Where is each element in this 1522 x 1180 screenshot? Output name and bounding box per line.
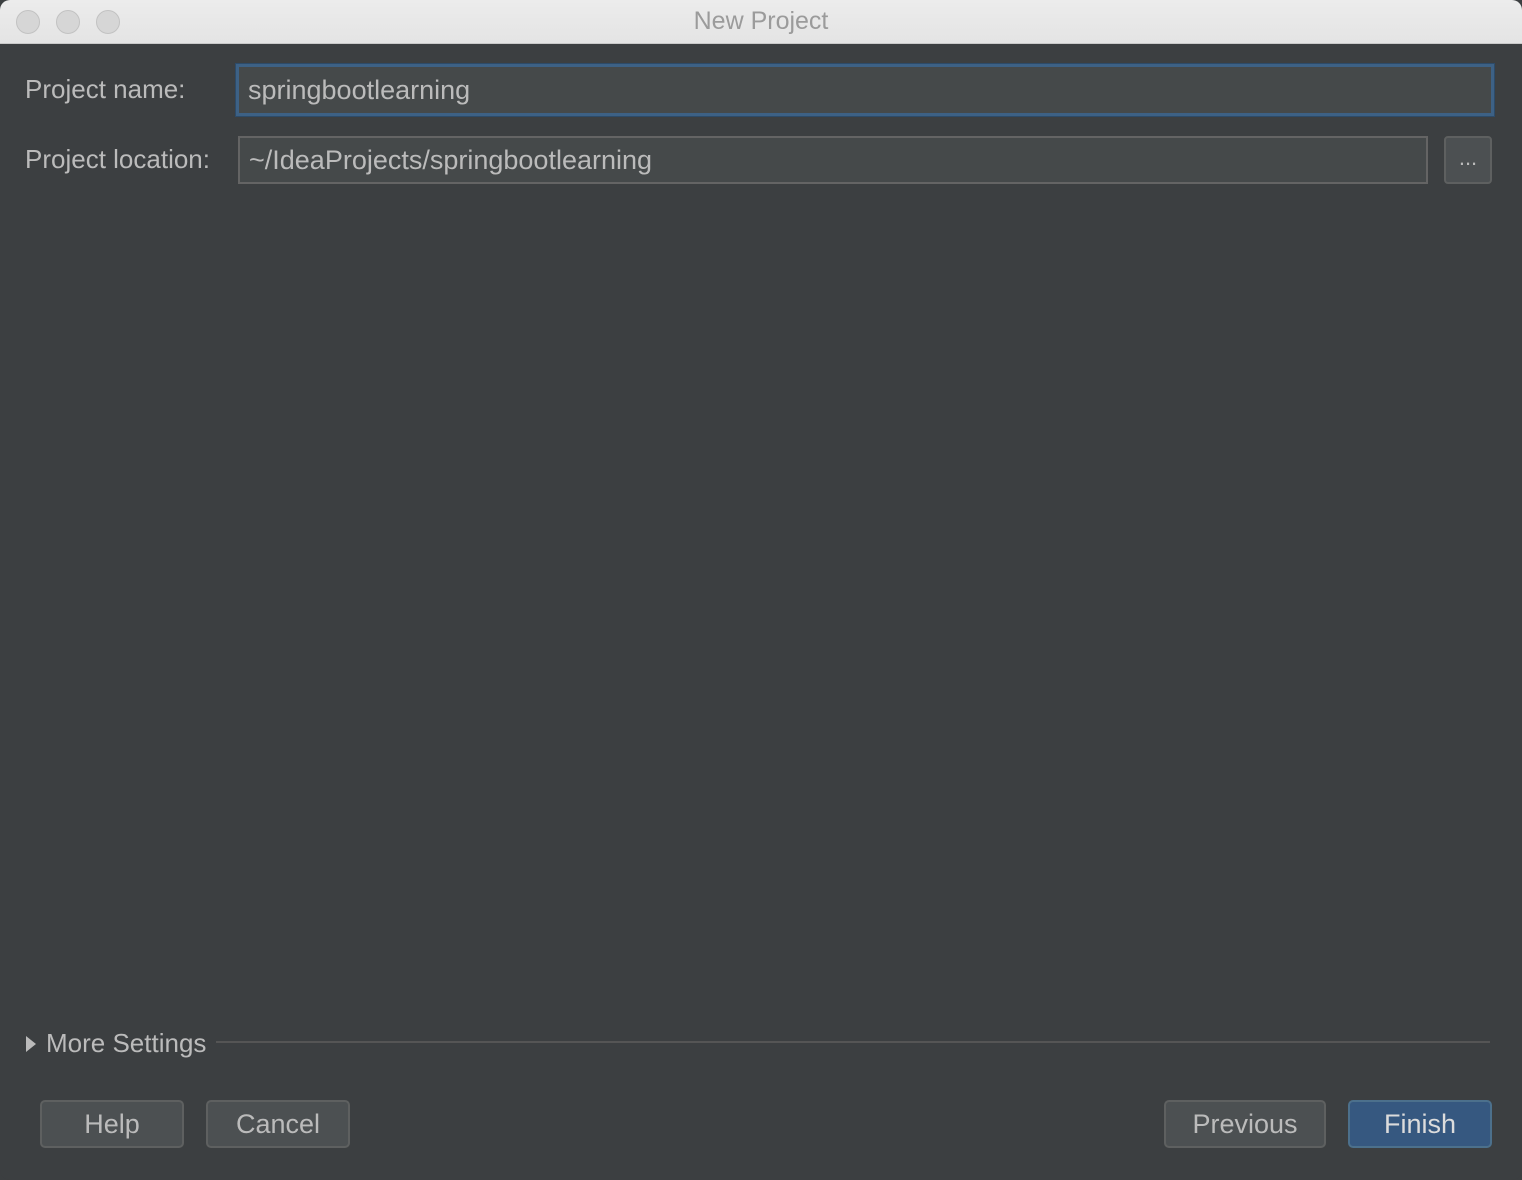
triangle-right-icon (26, 1036, 36, 1052)
more-settings-divider (216, 1041, 1490, 1043)
browse-location-button[interactable]: ... (1444, 136, 1492, 184)
title-bar[interactable]: New Project (0, 0, 1522, 44)
window-title: New Project (693, 7, 829, 35)
finish-button[interactable]: Finish (1348, 1100, 1492, 1148)
project-location-input[interactable]: ~/IdeaProjects/springbootlearning (238, 136, 1428, 184)
previous-button[interactable]: Previous (1164, 1100, 1326, 1148)
project-location-label: Project location: (25, 144, 210, 174)
project-name-input[interactable]: springbootlearning (236, 64, 1494, 116)
new-project-dialog: New Project Project name: springbootlear… (0, 0, 1522, 1180)
project-name-label: Project name: (25, 74, 186, 104)
cancel-button[interactable]: Cancel (206, 1100, 350, 1148)
help-button[interactable]: Help (40, 1100, 184, 1148)
more-settings-label: More Settings (46, 1028, 207, 1058)
